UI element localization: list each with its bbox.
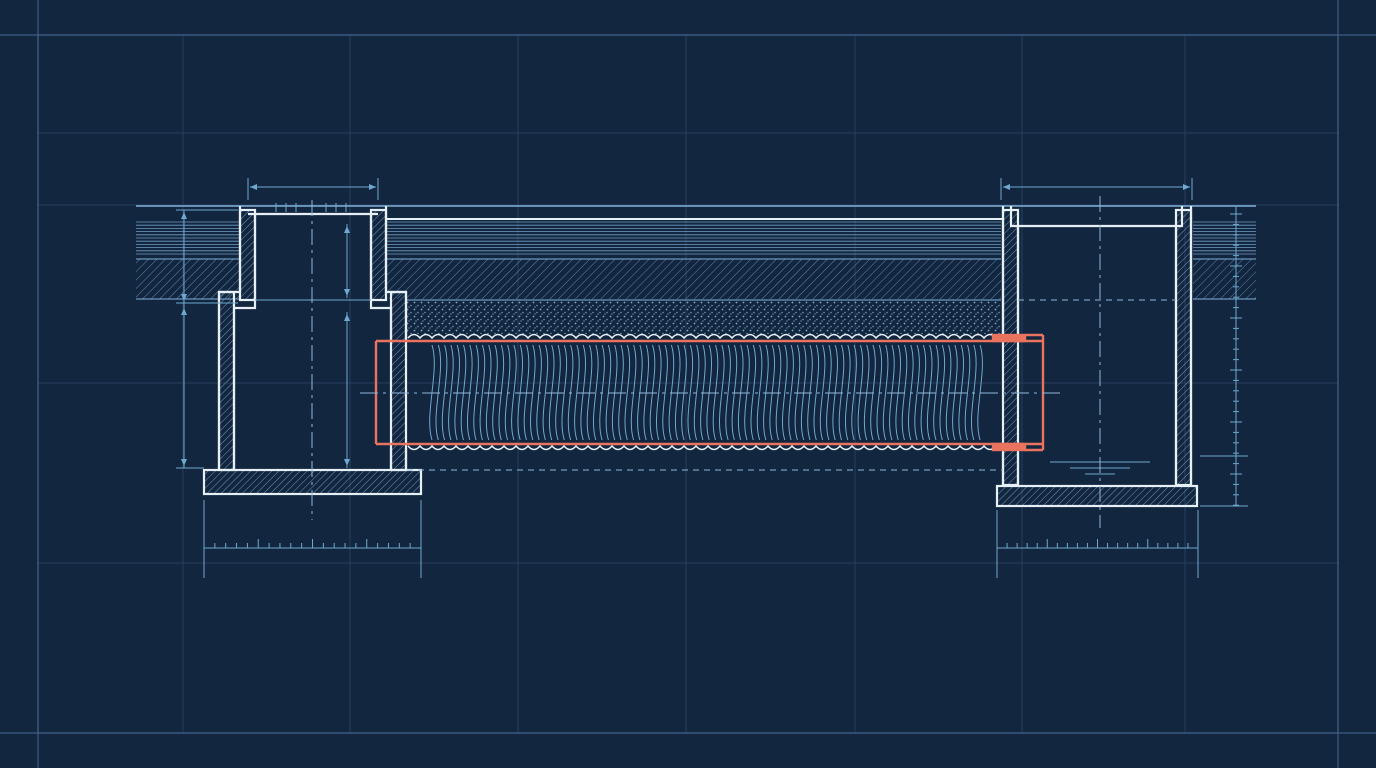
- blueprint-canvas: [0, 0, 1376, 768]
- outlet-chamber: [995, 206, 1199, 508]
- corrugation-line: [656, 344, 662, 441]
- corrugation-line: [687, 344, 694, 441]
- ground-layers: [136, 205, 1256, 300]
- center-lines: [311, 196, 1176, 528]
- corrugation-line: [750, 344, 757, 441]
- corrugation-line: [851, 344, 857, 441]
- corrugated-pipe: [374, 333, 1045, 452]
- pipe-section-drawing: [0, 0, 1376, 768]
- backfill-layer: [407, 299, 1001, 334]
- corrugation-line: [448, 344, 454, 441]
- corrugation-line: [719, 344, 725, 441]
- corrugation-line: [788, 344, 794, 441]
- corrugation-line: [819, 344, 826, 441]
- drawing-frame: [0, 0, 1376, 768]
